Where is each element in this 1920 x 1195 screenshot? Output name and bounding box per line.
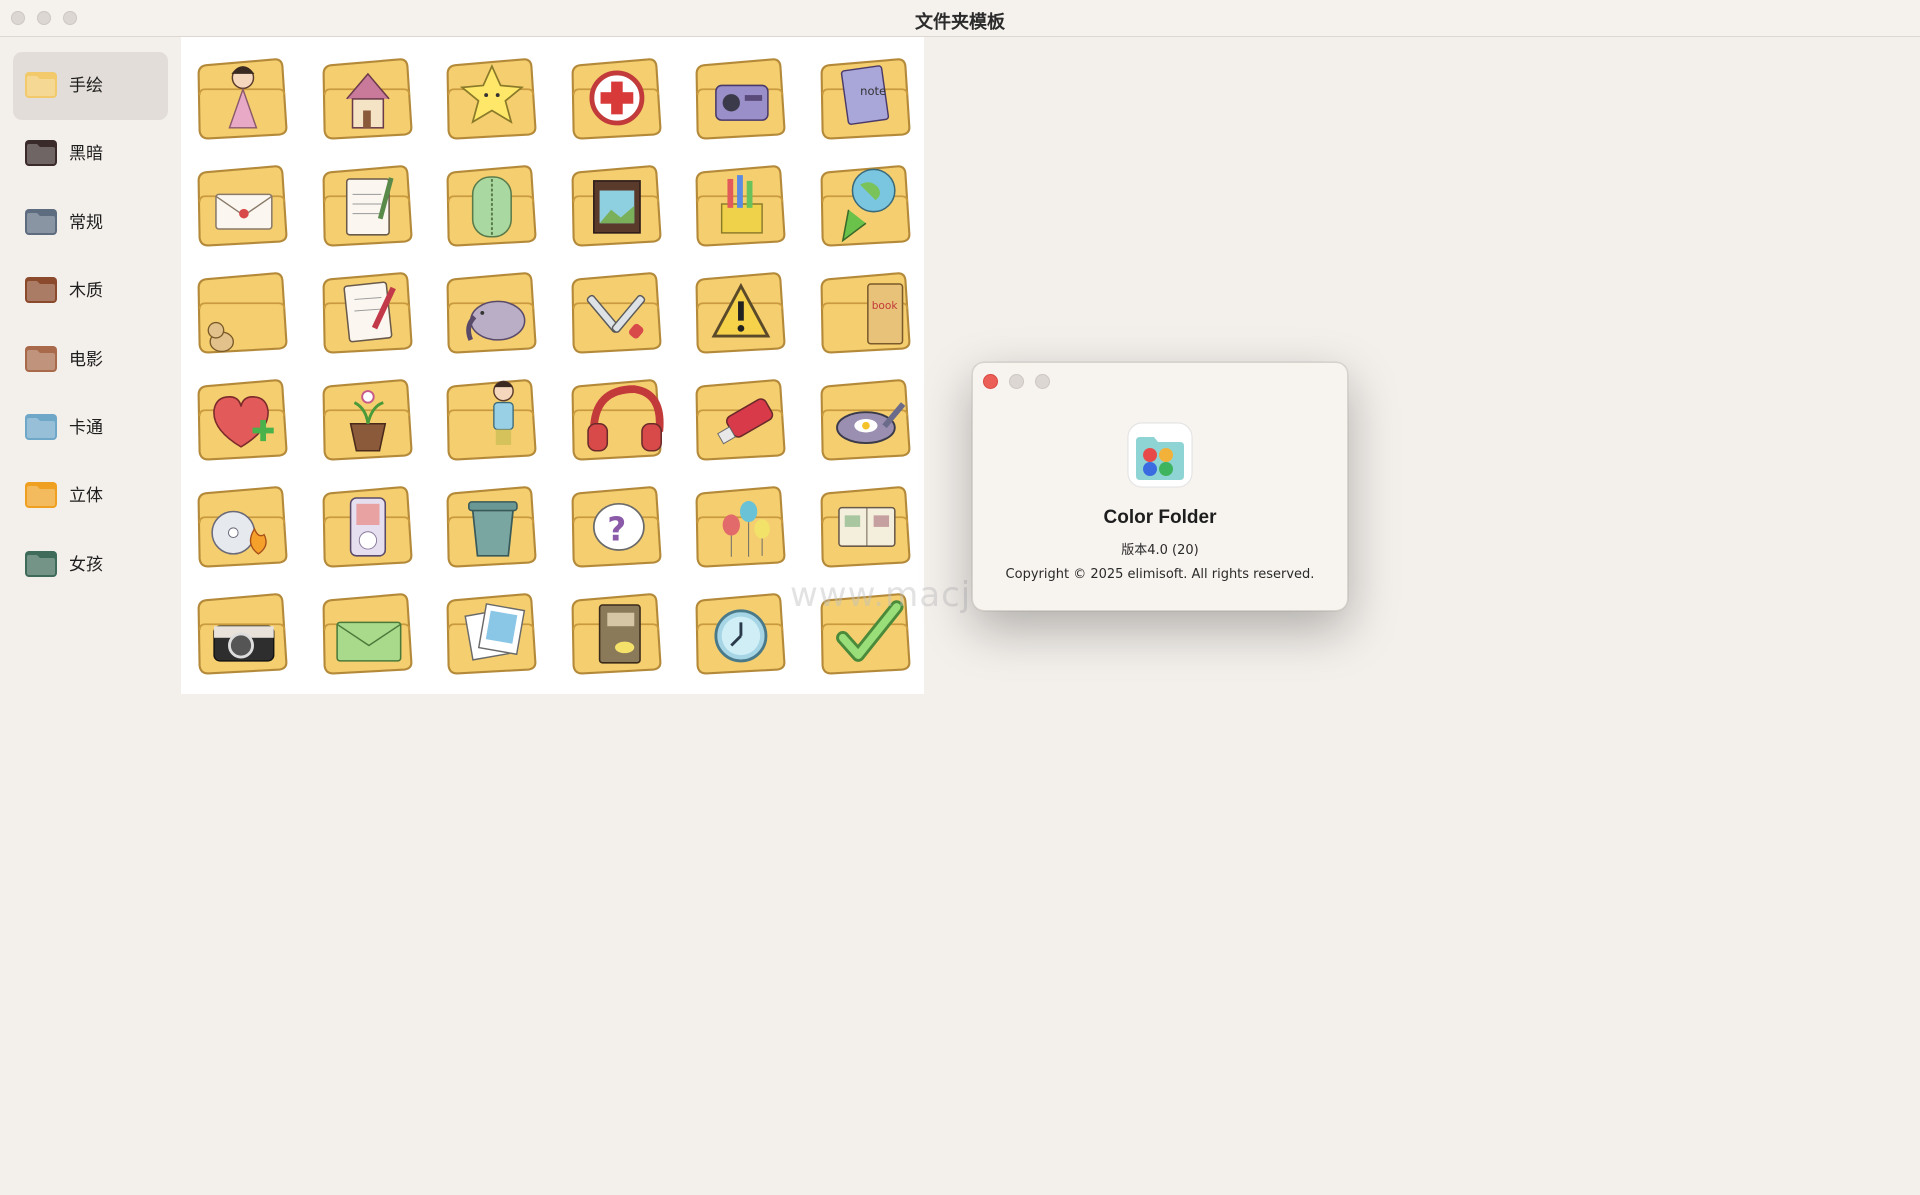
book-folder-icon[interactable]: book: [808, 259, 920, 363]
dog-folder-icon[interactable]: [185, 259, 297, 363]
3d-folder-icon: [25, 482, 57, 509]
headphones-folder-icon[interactable]: [559, 366, 671, 470]
window-title: 文件夹模板: [915, 12, 1005, 33]
sidebar-item-label: 电影: [69, 349, 103, 370]
sidebar-item-1[interactable]: 黑暗: [13, 120, 168, 188]
checklist-folder-icon[interactable]: [310, 259, 422, 363]
heart-plus-folder-icon[interactable]: [185, 366, 297, 470]
about-title-bar: [973, 363, 1347, 399]
about-zoom-button[interactable]: [1035, 374, 1050, 389]
hand-drawn-folder-icon: [25, 72, 57, 98]
star-folder-icon[interactable]: [434, 45, 546, 149]
app-copyright: Copyright © 2025 elimisoft. All rights r…: [1005, 567, 1315, 582]
girl-folder-icon[interactable]: [185, 45, 297, 149]
checkmark-folder-icon[interactable]: [808, 580, 920, 684]
question-folder-icon[interactable]: ?: [559, 473, 671, 577]
envelope-folder-icon[interactable]: [310, 580, 422, 684]
sidebar: 手绘黑暗常规木质电影卡通立体女孩: [0, 37, 180, 1195]
svg-text:note: note: [860, 84, 886, 98]
color-folder-app-icon: [1126, 421, 1194, 489]
partial-folder-icon[interactable]: [683, 687, 795, 694]
about-minimize-button[interactable]: [1009, 374, 1024, 389]
burning-cd-folder-icon[interactable]: [185, 473, 297, 577]
wood-folder-icon: [25, 277, 57, 304]
photos-folder-icon[interactable]: [434, 580, 546, 684]
plant-pot-folder-icon[interactable]: [310, 366, 422, 470]
trash-can-folder-icon[interactable]: [434, 473, 546, 577]
sidebar-item-label: 木质: [69, 281, 103, 302]
film-folder-icon[interactable]: [559, 152, 671, 256]
partial-folder-icon[interactable]: [185, 687, 297, 694]
balloons-folder-icon[interactable]: [683, 473, 795, 577]
about-dialog: Color Folder 版本4.0 (20) Copyright © 2025…: [972, 362, 1348, 611]
title-bar: 文件夹模板: [0, 0, 1920, 37]
notes-folder-icon[interactable]: note: [808, 45, 920, 149]
sidebar-item-3[interactable]: 木质: [13, 257, 168, 325]
dark-folder-icon: [25, 140, 57, 167]
radio-folder-icon[interactable]: [683, 45, 795, 149]
usb-drive-folder-icon[interactable]: [683, 366, 795, 470]
notebook-folder-icon[interactable]: [559, 580, 671, 684]
clock-folder-icon[interactable]: [683, 580, 795, 684]
camera-folder-icon[interactable]: [185, 580, 297, 684]
sidebar-item-0[interactable]: 手绘: [13, 52, 168, 120]
sidebar-item-label: 黑暗: [69, 144, 103, 165]
photo-album-folder-icon[interactable]: [808, 473, 920, 577]
partial-folder-icon[interactable]: [559, 687, 671, 694]
frying-pan-folder-icon[interactable]: [808, 366, 920, 470]
music-player-folder-icon[interactable]: [310, 473, 422, 577]
boy-folder-icon[interactable]: [434, 366, 546, 470]
tools-folder-icon[interactable]: [559, 259, 671, 363]
partial-folder-icon[interactable]: [310, 687, 422, 694]
clipboard-pencil-folder-icon[interactable]: [310, 152, 422, 256]
zipper-folder-icon[interactable]: [434, 152, 546, 256]
partial-folder-icon[interactable]: [808, 687, 920, 694]
sidebar-item-2[interactable]: 常规: [13, 189, 168, 257]
sidebar-item-label: 常规: [69, 212, 103, 233]
svg-text:?: ?: [607, 510, 626, 548]
sidebar-item-label: 卡通: [69, 418, 103, 438]
house-folder-icon[interactable]: [310, 45, 422, 149]
sidebar-item-5[interactable]: 卡通: [13, 394, 168, 462]
app-version: 版本4.0 (20): [1121, 543, 1199, 558]
sidebar-item-7[interactable]: 女孩: [13, 531, 168, 599]
about-close-button[interactable]: [983, 374, 998, 389]
svg-text:book: book: [871, 300, 898, 312]
elephant-folder-icon[interactable]: [434, 259, 546, 363]
warning-folder-icon[interactable]: [683, 259, 795, 363]
sidebar-item-label: 女孩: [69, 554, 103, 575]
pencil-box-folder-icon[interactable]: [683, 152, 795, 256]
sidebar-item-label: 立体: [69, 486, 103, 507]
sidebar-item-4[interactable]: 电影: [13, 326, 168, 394]
sidebar-item-label: 手绘: [69, 76, 103, 96]
app-name: Color Folder: [1103, 507, 1217, 528]
movie-folder-icon: [25, 345, 57, 372]
sidebar-item-6[interactable]: 立体: [13, 462, 168, 530]
cartoon-folder-icon: [25, 414, 57, 440]
medical-cross-folder-icon[interactable]: [559, 45, 671, 149]
folder-template-grid: note book ?: [181, 37, 924, 694]
mail-folder-icon[interactable]: [185, 152, 297, 256]
regular-folder-icon: [25, 208, 57, 235]
girl-folder-icon: [25, 550, 57, 577]
globe-download-folder-icon[interactable]: [808, 152, 920, 256]
partial-folder-icon[interactable]: [434, 687, 546, 694]
